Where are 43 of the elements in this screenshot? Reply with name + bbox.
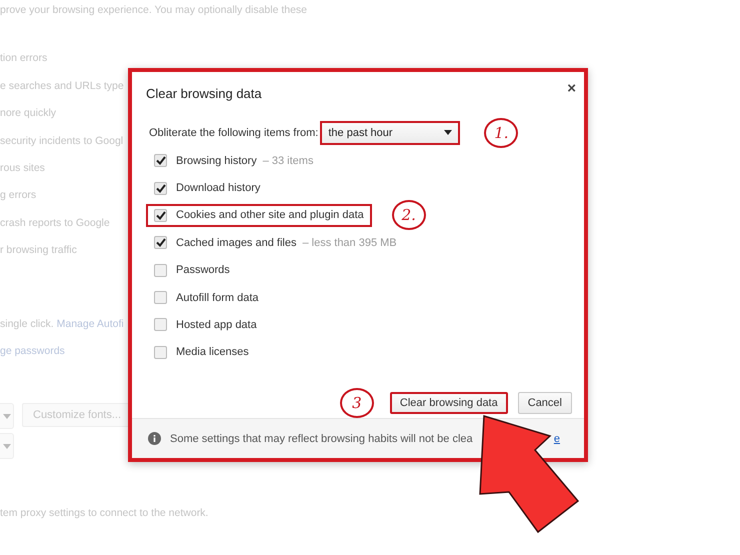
checkbox-option[interactable]: Cached images and files – less than 395 MB [146,231,405,254]
caret-icon [2,444,10,449]
settings-option: r browsing traffic [0,237,77,265]
settings-option: g errors [0,182,36,210]
dropdown[interactable] [0,403,14,430]
period-label: Obliterate the following items from: [149,126,318,139]
dropdown[interactable] [0,433,14,460]
step-number: 1. [484,118,518,148]
clear-data-button[interactable]: Clear browsing data [390,392,508,414]
checkbox[interactable] [154,236,167,250]
cancel-button[interactable]: Cancel [518,392,572,414]
close-button[interactable]: × [567,82,576,96]
settings-option: rous sites [0,154,45,182]
checkbox-option[interactable]: Media licenses [146,340,257,364]
checkbox[interactable] [154,291,167,304]
settings-text: single click. Manage Autofi [0,318,124,330]
dialog-title: Clear browsing data [146,86,262,101]
checkbox[interactable] [154,208,167,222]
checkbox[interactable] [154,154,167,168]
checkbox[interactable] [154,264,167,277]
settings-text: tem proxy settings to connect to the network. [0,506,208,522]
period-dropdown[interactable]: the past hour [320,120,460,145]
checkbox[interactable] [154,318,167,332]
settings-option: e searches and URLs type [0,72,124,100]
caret-icon [444,130,452,136]
checkbox-option[interactable]: Cookies and other site and plugin data [146,204,372,227]
checkbox-option[interactable]: Browsing history – 33 items [146,149,322,172]
settings-option: tion errors [0,45,48,73]
checkbox-option[interactable]: Autofill form data [146,286,267,310]
checkbox-option[interactable]: Hosted app data [146,313,265,336]
settings-text: prove your browsing experience. You may optionally disable these [0,3,308,18]
settings-option: nore quickly [0,100,56,128]
checkbox-option[interactable]: Download history [146,176,268,200]
checkbox-option[interactable]: Passwords [146,258,238,282]
checkbox[interactable] [154,346,167,359]
footer-note: Some settings that may reflect browsing habits will not be clea [170,432,473,445]
settings-option: security incidents to Googl [0,128,124,155]
settings-option: crash reports to Google [0,210,110,238]
checkbox[interactable] [154,182,167,195]
caret-icon [2,414,10,419]
info-icon [148,432,161,446]
step-number: 2. [392,200,426,230]
learn-more-link[interactable]: e [554,432,560,445]
